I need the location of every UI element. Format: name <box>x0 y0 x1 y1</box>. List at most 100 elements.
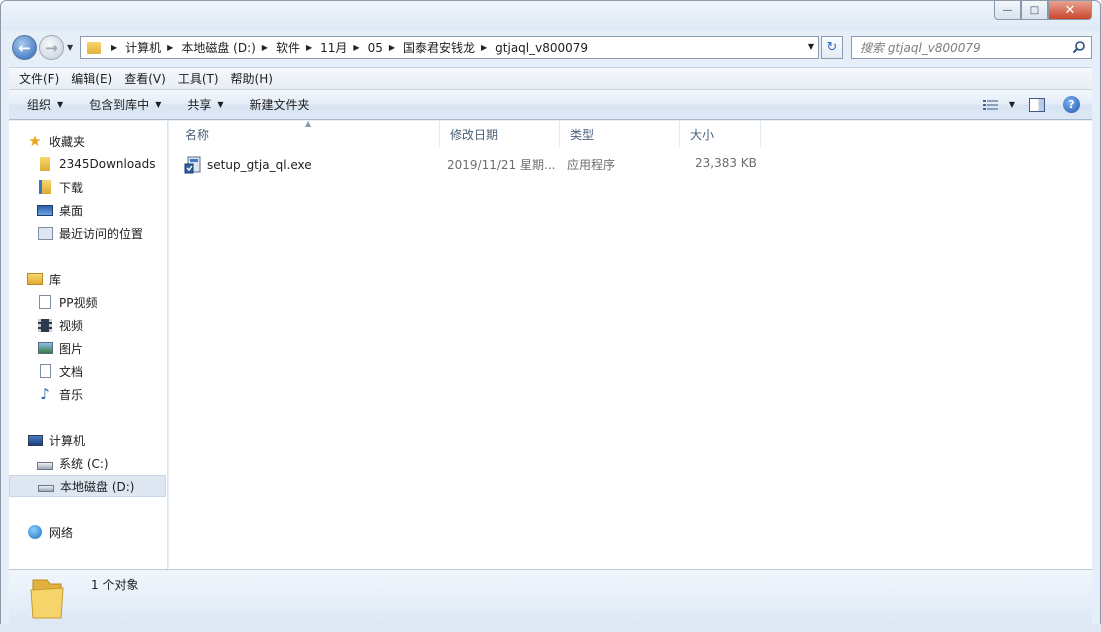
breadcrumb-separator-icon[interactable]: ▶ <box>262 43 268 52</box>
file-type: 应用程序 <box>567 158 616 172</box>
sidebar-item-label: 视频 <box>59 318 84 333</box>
column-type[interactable]: 类型 <box>560 121 680 147</box>
breadcrumb-separator-icon[interactable]: ▶ <box>306 43 312 52</box>
sidebar-group-label: 计算机 <box>49 433 86 448</box>
column-date[interactable]: 修改日期 <box>440 121 560 147</box>
view-options-icon[interactable] <box>982 99 999 111</box>
sidebar-group-label: 库 <box>49 272 62 287</box>
breadcrumb-item[interactable]: 国泰君安钱龙 <box>403 39 475 56</box>
sidebar-group-computer[interactable]: 计算机 <box>27 429 184 451</box>
network-icon <box>27 524 43 540</box>
maximize-button[interactable]: □ <box>1021 1 1048 20</box>
back-arrow-icon: ← <box>18 38 31 57</box>
menu-edit[interactable]: 编辑(E) <box>71 70 112 87</box>
details-pane: 1 个对象 <box>9 569 1092 625</box>
menu-bar: 文件(F) 编辑(E) 查看(V) 工具(T) 帮助(H) <box>9 67 1092 89</box>
sidebar-group-network[interactable]: 网络 <box>27 521 184 543</box>
column-header-row: ▲ 名称 修改日期 类型 大小 <box>169 119 1092 147</box>
chevron-down-icon: ▼ <box>155 100 162 109</box>
chevron-down-icon: ▼ <box>57 100 64 109</box>
address-dropdown-icon[interactable]: ▼ <box>808 42 814 51</box>
help-icon[interactable]: ? <box>1063 96 1080 113</box>
folder-icon <box>87 41 101 54</box>
address-bar[interactable]: ▶ 计算机 ▶ 本地磁盘 (D:) ▶ 软件 ▶ 11月 ▶ 05 ▶ 国泰君安… <box>80 36 819 59</box>
sidebar-item-label: 本地磁盘 (D:) <box>60 479 135 494</box>
view-dropdown-icon[interactable]: ▼ <box>1009 100 1015 109</box>
file-date: 2019/11/21 星期... <box>447 158 556 172</box>
column-date-label: 修改日期 <box>450 127 499 142</box>
computer-icon <box>27 432 43 448</box>
explorer-window: — □ ✕ ← → ▼ ▶ 计算机 ▶ 本地磁盘 (D:) ▶ 软件 ▶ 11月… <box>0 0 1101 632</box>
column-name[interactable]: 名称 <box>175 121 440 147</box>
menu-view[interactable]: 查看(V) <box>124 70 166 87</box>
sidebar-item-label: 音乐 <box>59 387 84 402</box>
search-input[interactable] <box>852 37 1062 58</box>
back-button[interactable]: ← <box>12 35 37 60</box>
sidebar-item-label: 下载 <box>59 180 84 195</box>
breadcrumb-item[interactable]: 本地磁盘 (D:) <box>181 39 255 56</box>
window-bottom-edge <box>0 624 1101 632</box>
title-bar: — □ ✕ <box>1 1 1100 31</box>
file-row[interactable]: setup_gtja_ql.exe 2019/11/21 星期... 应用程序 … <box>184 153 784 175</box>
recent-places-icon <box>37 225 53 241</box>
menu-tools[interactable]: 工具(T) <box>178 70 219 87</box>
column-name-label: 名称 <box>185 127 210 142</box>
close-button[interactable]: ✕ <box>1048 1 1092 20</box>
menu-file[interactable]: 文件(F) <box>19 70 59 87</box>
breadcrumb-item[interactable]: 计算机 <box>125 39 161 56</box>
file-name-cell: setup_gtja_ql.exe <box>184 156 312 174</box>
sidebar-group-libraries[interactable]: 库 <box>27 268 184 290</box>
sidebar-group-label: 收藏夹 <box>49 134 86 149</box>
file-name: setup_gtja_ql.exe <box>207 158 312 172</box>
breadcrumb-item[interactable]: 11月 <box>320 39 347 56</box>
sidebar-group-favorites[interactable]: ★ 收藏夹 <box>27 130 184 152</box>
breadcrumb-separator-icon[interactable]: ▶ <box>353 43 359 52</box>
sidebar-item-label: 2345Downloads <box>59 157 156 171</box>
menu-help[interactable]: 帮助(H) <box>231 70 273 87</box>
navigation-pane: ★ 收藏夹 2345Downloads 下载 桌面 最近访问的位置 库 PP视频 <box>9 121 168 569</box>
breadcrumb: ▶ 计算机 ▶ 本地磁盘 (D:) ▶ 软件 ▶ 11月 ▶ 05 ▶ 国泰君安… <box>105 39 588 56</box>
refresh-icon: ↻ <box>826 40 838 55</box>
share-label: 共享 <box>187 98 212 112</box>
breadcrumb-separator-icon[interactable]: ▶ <box>481 43 487 52</box>
share-button[interactable]: 共享 ▼ <box>187 96 223 113</box>
organize-label: 组织 <box>27 98 52 112</box>
refresh-button[interactable]: ↻ <box>821 36 843 59</box>
sidebar-item-label: 最近访问的位置 <box>59 226 144 241</box>
preview-pane-icon[interactable] <box>1029 97 1045 112</box>
sidebar-group-label: 网络 <box>49 525 74 540</box>
include-in-library-button[interactable]: 包含到库中 ▼ <box>89 96 161 113</box>
breadcrumb-item[interactable]: gtjaql_v800079 <box>495 41 588 55</box>
breadcrumb-separator-icon[interactable]: ▶ <box>111 43 117 52</box>
column-size[interactable]: 大小 <box>680 121 761 147</box>
hard-drive-icon <box>38 478 54 494</box>
document-icon <box>37 363 53 379</box>
column-type-label: 类型 <box>570 127 595 142</box>
new-folder-button[interactable]: 新建文件夹 <box>250 96 310 113</box>
file-size: 23,383 KB <box>695 156 757 170</box>
breadcrumb-separator-icon[interactable]: ▶ <box>389 43 395 52</box>
recent-pages-dropdown-icon[interactable]: ▼ <box>67 43 73 52</box>
item-count: 1 个对象 <box>91 578 139 592</box>
address-row: ← → ▼ ▶ 计算机 ▶ 本地磁盘 (D:) ▶ 软件 ▶ 11月 ▶ 05 … <box>1 31 1100 64</box>
star-icon: ★ <box>28 132 42 150</box>
installer-icon <box>184 156 201 174</box>
sidebar-item-label: 图片 <box>59 341 84 356</box>
new-folder-label: 新建文件夹 <box>249 98 310 112</box>
include-in-library-label: 包含到库中 <box>89 98 150 112</box>
sidebar-item-drive-d[interactable]: 本地磁盘 (D:) <box>9 475 166 497</box>
search-icon[interactable] <box>1072 40 1086 54</box>
document-library-icon <box>37 294 53 310</box>
forward-button[interactable]: → <box>39 35 64 60</box>
breadcrumb-item[interactable]: 软件 <box>276 39 300 56</box>
picture-icon <box>37 340 53 356</box>
video-icon <box>37 317 53 333</box>
minimize-button[interactable]: — <box>994 1 1021 20</box>
sidebar-item-label: PP视频 <box>59 295 98 310</box>
breadcrumb-separator-icon[interactable]: ▶ <box>167 43 173 52</box>
file-list: ▲ 名称 修改日期 类型 大小 setup_gtja_ql.exe 2019/1… <box>169 119 1092 569</box>
breadcrumb-item[interactable]: 05 <box>368 41 383 55</box>
organize-button[interactable]: 组织 ▼ <box>27 96 63 113</box>
command-bar: 组织 ▼ 包含到库中 ▼ 共享 ▼ 新建文件夹 ▼ ? <box>9 89 1092 120</box>
chevron-down-icon: ▼ <box>217 100 224 109</box>
